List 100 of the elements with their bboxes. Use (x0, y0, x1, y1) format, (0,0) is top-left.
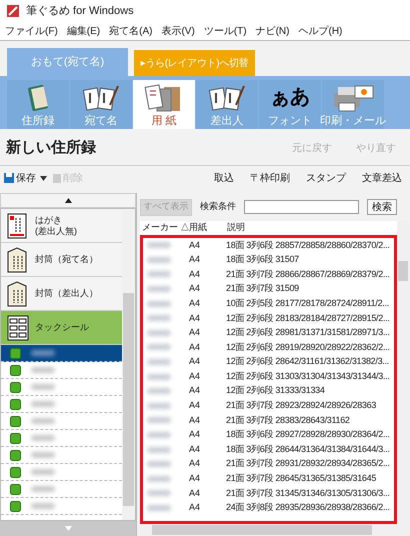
blurred-text (31, 418, 55, 424)
blurred-text (147, 374, 171, 380)
paper-type-item[interactable]: タックシール (1, 311, 122, 345)
cards-icon (82, 83, 120, 113)
blurred-text (147, 256, 171, 263)
table-cell-text: 12面 2列6段 28981/31371/31581/28971/3... (225, 326, 391, 340)
dropdown-caret-icon (40, 176, 47, 180)
table-cell-text: 10面 2列5段 28177/28178/28724/28911/2... (225, 296, 390, 310)
label-product-item[interactable] (1, 396, 122, 413)
label-product-item[interactable] (1, 345, 122, 362)
menu-item[interactable]: 表示(V) (161, 24, 195, 38)
menu-item[interactable]: ヘルプ(H) (298, 24, 342, 38)
table-cell-text: 21面 3列7段 28931/28932/28934/28365/2... (225, 457, 391, 470)
blurred-text (147, 476, 171, 482)
column-header[interactable]: メーカー △ (140, 221, 187, 235)
table-cell-text: A4 (188, 472, 202, 486)
square-marker-icon (10, 500, 21, 512)
scroll-up-button[interactable] (0, 193, 136, 208)
font-glyph-icon: ぁあ (270, 83, 310, 111)
search-field[interactable] (244, 200, 359, 214)
envelope-icon (7, 246, 29, 272)
label-product-item[interactable] (1, 447, 122, 464)
column-header[interactable]: 説明 (225, 221, 397, 235)
table-cell-text: A4 (188, 355, 202, 368)
address-book-title: 新しい住所録 (6, 138, 97, 158)
blurred-text (147, 504, 171, 511)
save-button[interactable]: 保存 (4, 170, 36, 186)
blurred-text (147, 402, 171, 409)
blurred-text (31, 486, 55, 492)
label-sheet-icon (7, 314, 29, 340)
action-button[interactable]: 取込 (214, 170, 234, 186)
blurred-text (147, 286, 171, 292)
down-triangle-icon (64, 526, 72, 531)
blurred-text (147, 446, 171, 453)
table-cell-text: A4 (188, 384, 202, 398)
table-cell-text: 18面 3列6段 28644/31364/31384/31644/3... (225, 442, 391, 456)
paper-type-item[interactable]: 封筒（宛て名） (1, 243, 122, 277)
blurred-text (147, 300, 171, 307)
label-product-item[interactable] (1, 464, 122, 481)
toolbar-button[interactable]: ぁあ フォント (259, 80, 321, 129)
search-label: 検索条件 (200, 200, 236, 214)
blurred-text (147, 461, 171, 468)
menu-item[interactable]: 編集(E) (66, 24, 100, 38)
table-cell-text: A4 (188, 486, 202, 500)
action-button[interactable]: 〒枠印刷 (250, 170, 290, 186)
table-cell-text: 21面 3列7段 31509 (225, 282, 300, 296)
toolbar-button[interactable]: 用 紙 (133, 80, 195, 129)
label-product-item[interactable] (1, 498, 122, 515)
printer-mail-icon (331, 83, 375, 113)
paper-type-item[interactable]: はがき (差出人無) (1, 209, 122, 243)
trash-icon (53, 173, 61, 183)
table-cell-text: 12面 2列6段 28642/31161/31362/31382/3... (225, 355, 390, 368)
table-cell-text: 18面 3列6段 28857/28858/28860/28370/2... (225, 238, 391, 252)
blurred-text (147, 359, 171, 366)
blurred-text (147, 344, 171, 350)
table-cell-text: 21面 3列7段 28866/28867/28869/28379/2... (225, 268, 391, 281)
blurred-text (31, 384, 55, 390)
table-cell-text: A4 (188, 253, 202, 266)
menu-item[interactable]: ナビ(N) (256, 24, 290, 38)
table-cell-text: A4 (188, 282, 202, 296)
label-product-item[interactable] (1, 430, 122, 447)
table-cell-text: A4 (188, 326, 202, 340)
menu-item[interactable]: ファイル(F) (5, 24, 58, 38)
blurred-text (31, 367, 55, 373)
table-cell-text: A4 (188, 399, 202, 412)
square-marker-icon (10, 432, 21, 444)
column-header[interactable]: 用紙 (187, 221, 225, 235)
table-cell-text: 21面 3列7段 28645/31365/31385/31645 (225, 472, 378, 486)
table-cell-text: 12面 2列6段 28183/28184/28727/28915/2... (225, 312, 391, 325)
search-button[interactable]: 検索 (367, 199, 397, 215)
table-cell-text: 12面 2列6段 28919/28920/28922/28362/2... (225, 340, 391, 354)
table-cell-text: 21面 3列7段 28923/28924/28926/28363 (225, 399, 378, 412)
blurred-text (31, 435, 55, 441)
postcard-icon (7, 212, 29, 238)
table-cell-text: A4 (188, 370, 202, 383)
menu-item[interactable]: ツール(T) (204, 24, 247, 38)
blurred-text (31, 401, 55, 407)
table-cell-text: A4 (188, 501, 202, 514)
table-cell-text: A4 (188, 340, 202, 354)
blurred-text (31, 503, 55, 509)
blurred-text (31, 350, 55, 356)
cards-icon (208, 83, 246, 113)
action-button[interactable]: スタンプ (306, 170, 346, 186)
square-marker-icon (10, 484, 21, 494)
square-marker-icon (10, 398, 21, 410)
blurred-text (147, 388, 171, 394)
blurred-text (147, 330, 171, 336)
label-product-item[interactable] (1, 481, 122, 498)
table-cell-text: 12面 2列6段 31303/31304/31343/31344/3... (225, 370, 391, 383)
table-cell-text: A4 (188, 428, 202, 442)
label-product-item[interactable] (1, 379, 122, 396)
table-cell-text: A4 (188, 238, 202, 252)
paper-type-item[interactable]: 封筒（差出人） (1, 277, 122, 311)
menu-item[interactable]: 宛て名(A) (109, 24, 152, 38)
label-product-item[interactable] (1, 362, 122, 379)
label-product-item[interactable] (1, 413, 122, 430)
up-triangle-icon (64, 198, 72, 203)
vertical-scrollbar[interactable] (122, 209, 135, 520)
blurred-text (147, 242, 171, 248)
action-button[interactable]: 文章差込 (362, 170, 402, 186)
